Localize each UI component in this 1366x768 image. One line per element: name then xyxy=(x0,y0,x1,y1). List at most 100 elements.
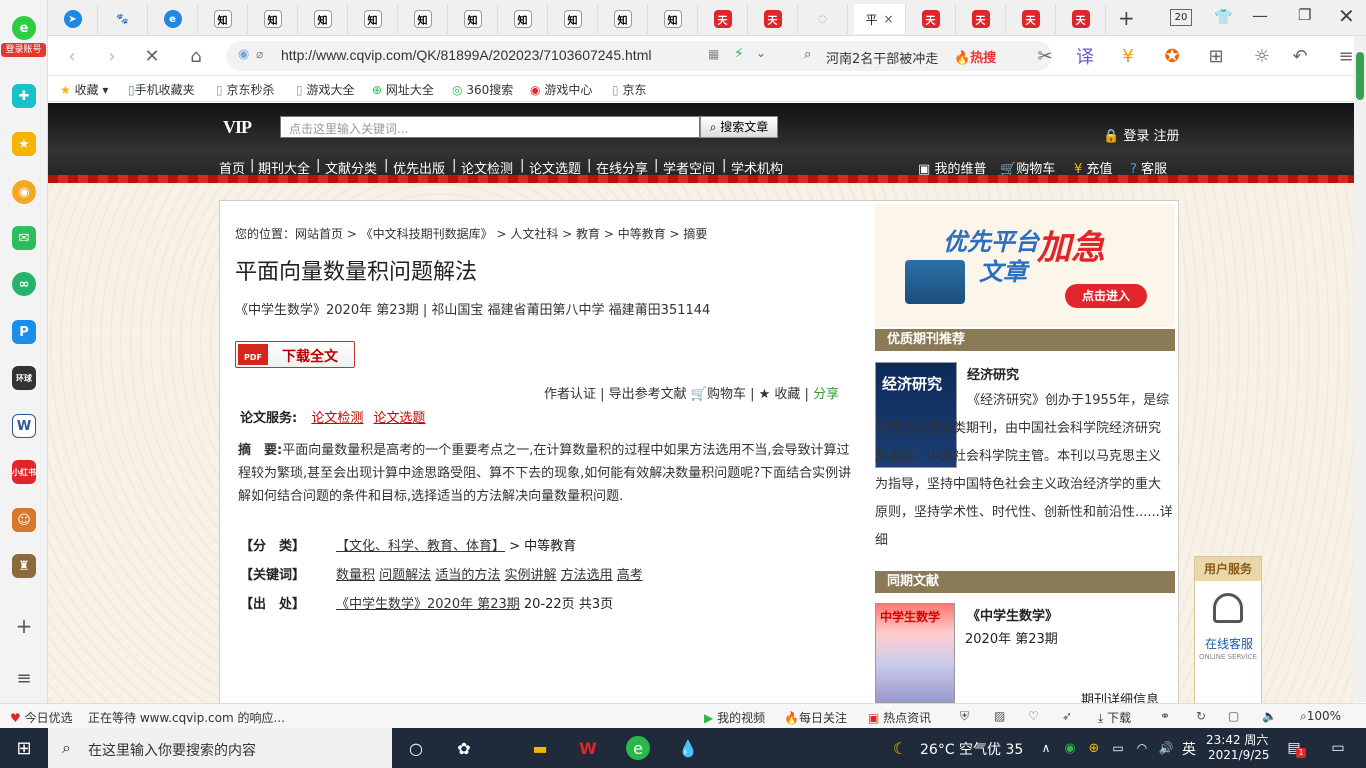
game2-icon[interactable]: ☺ xyxy=(12,508,36,532)
game-icon[interactable]: 环球 xyxy=(12,366,36,390)
hot-news[interactable]: ▣ 热点资讯 xyxy=(868,709,931,726)
tab[interactable]: 天 xyxy=(1006,4,1056,34)
notification-center-icon[interactable]: ▭ xyxy=(1326,736,1350,760)
weibo-icon[interactable]: ◉ xyxy=(12,180,36,204)
new-tab-icon[interactable]: + xyxy=(1118,6,1135,30)
dropdown-icon[interactable]: ⌄ xyxy=(756,46,766,60)
tab[interactable]: 知 xyxy=(398,4,448,34)
health-icon[interactable]: ♡ xyxy=(1028,709,1039,723)
vertical-scrollbar[interactable] xyxy=(1354,36,1366,702)
my-video[interactable]: ▶ 我的视频 xyxy=(704,709,765,726)
service-topic-link[interactable]: 论文选题 xyxy=(373,411,425,426)
tab[interactable]: ◌ xyxy=(798,4,848,34)
bookmark-item[interactable]: ▯ 游戏大全 xyxy=(296,81,354,98)
refresh-icon[interactable]: ↻ xyxy=(1196,709,1206,723)
taskbar-search[interactable]: ⌕ 在这里输入你要搜索的内容 xyxy=(48,728,392,768)
tab[interactable]: 天 xyxy=(906,4,956,34)
daily-focus[interactable]: 🔥每日关注 xyxy=(784,709,847,726)
translate-icon[interactable]: 译 xyxy=(1073,44,1097,68)
back-icon[interactable]: ‹ xyxy=(60,44,84,68)
stop-icon[interactable]: ✕ xyxy=(140,44,164,68)
close-tab-icon[interactable]: × xyxy=(883,12,893,26)
site-search-input[interactable]: 点击这里输入关键词... xyxy=(280,116,700,138)
game-controller-icon[interactable]: ✪ xyxy=(1160,44,1184,68)
rocket-icon[interactable]: ➶ xyxy=(1062,709,1072,723)
url-text[interactable]: http://www.cqvip.com/QK/81899A/202023/71… xyxy=(281,47,651,63)
hot-search-label[interactable]: 🔥热搜 xyxy=(954,47,996,66)
grid-icon[interactable]: ⊞ xyxy=(1204,44,1228,68)
bookmark-item[interactable]: ⊕ 网址大全 xyxy=(372,81,434,98)
bookmark-favorites[interactable]: ★ 收藏 ▾ xyxy=(60,81,108,98)
game3-icon[interactable]: ♜ xyxy=(12,554,36,578)
task-view-icon[interactable]: ○ xyxy=(404,736,428,760)
tray-plus-icon[interactable]: ⊕ xyxy=(1082,736,1106,760)
class-link[interactable]: 【文化、科学、教育、体育】 xyxy=(336,539,505,554)
add-icon[interactable]: + xyxy=(12,614,36,638)
browser-logo-icon[interactable]: e xyxy=(12,16,36,40)
minimize-icon[interactable]: — xyxy=(1252,6,1268,25)
tab[interactable]: 知 xyxy=(348,4,398,34)
tab[interactable]: 知 xyxy=(548,4,598,34)
article-actions[interactable]: 作者认证 | 导出参考文献 🛒购物车 | ★ 收藏 | 分享 xyxy=(544,383,839,402)
zoom-level[interactable]: ⌕100% xyxy=(1300,709,1341,724)
site-login[interactable]: 🔒 登录 注册 xyxy=(1103,125,1179,144)
forward-icon[interactable]: › xyxy=(100,44,124,68)
scroll-thumb[interactable] xyxy=(1356,52,1364,100)
url-box[interactable]: ◉ ⌀ http://www.cqvip.com/QK/81899A/20202… xyxy=(226,41,832,71)
wps-icon[interactable]: W xyxy=(576,736,600,760)
same-issue-journal[interactable]: 《中学生数学》 xyxy=(967,605,1058,624)
tab[interactable]: 天 xyxy=(956,4,1006,34)
tab[interactable]: ➤ xyxy=(48,4,98,34)
drop-icon[interactable]: 💧 xyxy=(676,736,700,760)
close-window-icon[interactable]: ✕ xyxy=(1338,4,1355,28)
weather[interactable]: 26°C 空气优 35 xyxy=(920,739,1023,759)
wifi-icon[interactable]: ◠ xyxy=(1130,736,1154,760)
same-issue-cover[interactable]: 中学生数学 xyxy=(875,603,955,703)
home-icon[interactable]: ⌂ xyxy=(184,44,208,68)
scissors-icon[interactable]: ✂ xyxy=(1033,44,1057,68)
today-picks[interactable]: ♥ 今日优选 xyxy=(10,709,73,726)
undo-icon[interactable]: ↶ xyxy=(1288,44,1312,68)
bookmark-item[interactable]: ▯手机收藏夹 xyxy=(128,81,195,98)
volume-icon[interactable]: 🔈 xyxy=(1262,709,1277,723)
journal-name[interactable]: 经济研究 xyxy=(967,364,1019,383)
keyword-link[interactable]: 方法选用 xyxy=(561,568,613,583)
tab[interactable]: 🐾 xyxy=(98,4,148,34)
bookmark-item[interactable]: ▯ 京东 xyxy=(612,81,646,98)
share-link[interactable]: 分享 xyxy=(813,387,839,402)
tab-count[interactable]: 20 xyxy=(1170,9,1192,26)
qr-icon[interactable]: ▦ xyxy=(708,47,719,61)
service-detect-link[interactable]: 论文检测 xyxy=(311,411,363,426)
camera-off-icon[interactable]: ⌀ xyxy=(256,47,263,61)
tab[interactable]: 知 xyxy=(448,4,498,34)
battery-icon[interactable]: ▭ xyxy=(1106,736,1130,760)
clock-time[interactable]: 23:42 周六 xyxy=(1206,731,1268,748)
source-link[interactable]: 《中学生数学》2020年 第23期 xyxy=(336,597,520,612)
tab[interactable]: 知 xyxy=(248,4,298,34)
enter-button[interactable]: 点击进入 xyxy=(1065,284,1147,308)
priority-banner[interactable]: 优先平台 文章 加急 点击进入 xyxy=(875,204,1175,327)
tray-360-icon[interactable]: ◉ xyxy=(1058,736,1082,760)
site-logo[interactable]: VIP xyxy=(223,117,252,138)
user-service-float[interactable]: 用户服务 在线客服 ONLINE SERVICE xyxy=(1194,556,1262,703)
restore-icon[interactable]: ❐ xyxy=(1298,6,1311,24)
keyword-link[interactable]: 适当的方法 xyxy=(435,568,500,583)
tab[interactable]: 知 xyxy=(648,4,698,34)
tab[interactable]: 天 xyxy=(698,4,748,34)
folder-icon[interactable]: ▬ xyxy=(528,736,552,760)
tab[interactable]: 天 xyxy=(1056,4,1106,34)
tab[interactable]: e xyxy=(148,4,198,34)
image-icon[interactable]: ▨ xyxy=(994,709,1005,723)
lightning-icon[interactable]: ⚡ xyxy=(734,46,744,62)
bookmark-item[interactable]: ▯ 京东秒杀 xyxy=(216,81,274,98)
shirt-icon[interactable]: 👕 xyxy=(1214,8,1233,26)
search-box[interactable]: ⌕ 河南2名干部被冲走 🔥热搜 xyxy=(794,41,1052,71)
breadcrumb[interactable]: 您的位置：网站首页 > 《中文科技期刊数据库》 > 人文社科 > 教育 > 中等… xyxy=(235,225,707,242)
link-icon[interactable]: ∞ xyxy=(12,272,36,296)
download-status[interactable]: ⤓ 下载 xyxy=(1098,709,1131,726)
cloud-icon[interactable]: ✚ xyxy=(12,84,36,108)
word-icon[interactable]: W xyxy=(12,414,36,438)
login-account-badge[interactable]: 登录账号 xyxy=(1,43,46,57)
bookmark-item[interactable]: ◉ 游戏中心 xyxy=(530,81,592,98)
speaker-icon[interactable]: 🔊 xyxy=(1154,736,1178,760)
